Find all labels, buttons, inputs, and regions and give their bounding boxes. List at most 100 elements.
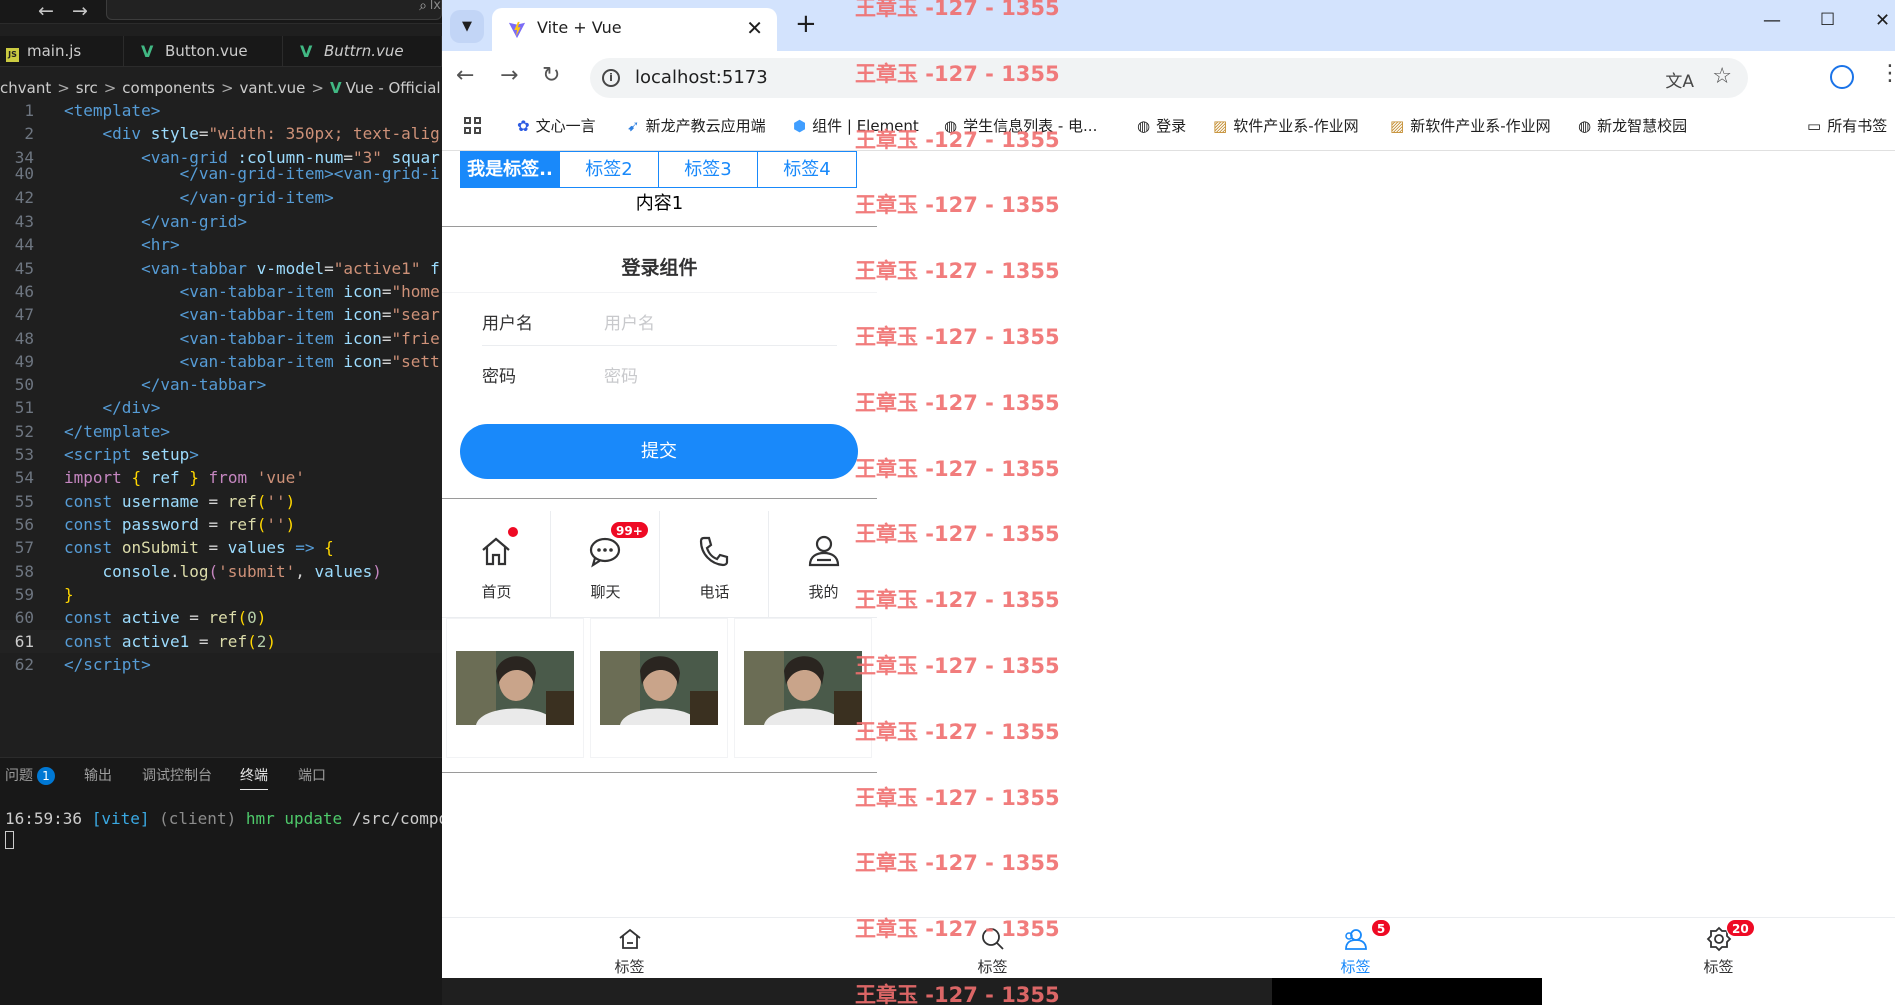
code-line[interactable]: 57 const onSubmit = values => {: [0, 536, 442, 559]
all-bookmarks[interactable]: ▭ 所有书签: [1807, 115, 1895, 136]
site-info-icon[interactable]: i: [602, 69, 620, 87]
tab-terminal[interactable]: 终端: [240, 765, 268, 790]
code-line[interactable]: 54 import { ref } from 'vue': [0, 466, 442, 489]
tabbar-item-4[interactable]: 20 标签: [1537, 918, 1895, 978]
code-line[interactable]: 53 <script setup>: [0, 443, 442, 466]
back-arrow-icon[interactable]: ←: [38, 0, 54, 22]
code-line[interactable]: 45 <van-tabbar v-model="active1" f: [0, 257, 442, 280]
tabbar-item-label: 标签: [1703, 958, 1734, 976]
tab-search-button[interactable]: ▼: [450, 10, 484, 43]
code-line[interactable]: 44 <hr>: [0, 233, 442, 256]
tab-item-2[interactable]: 标签2: [559, 152, 658, 187]
close-tab-icon[interactable]: ✕: [746, 16, 763, 40]
grid-item-phone[interactable]: 电话: [660, 511, 769, 619]
close-window-icon[interactable]: ✕: [1875, 10, 1890, 31]
search-icon: ⌕: [419, 0, 427, 14]
bookmark-item[interactable]: ➹ 新龙产教云应用端: [627, 115, 766, 136]
breadcrumb-item[interactable]: src: [76, 79, 98, 97]
terminal-vite: [vite]: [91, 809, 150, 828]
code-line[interactable]: 43 </van-grid>: [0, 210, 442, 233]
code-line[interactable]: 1 <template>: [0, 99, 442, 122]
tab-output[interactable]: 输出: [84, 765, 112, 785]
code-line[interactable]: 48 <van-tabbar-item icon="frie: [0, 327, 442, 350]
forward-icon[interactable]: →: [500, 63, 518, 88]
code-line[interactable]: 40 </van-grid-item><van-grid-i: [0, 162, 442, 185]
forward-arrow-icon[interactable]: →: [72, 0, 88, 22]
breadcrumb-item[interactable]: Vue - Official: [346, 79, 441, 97]
code-line[interactable]: 47 <van-tabbar-item icon="sear: [0, 303, 442, 326]
tab-buttrn-vue[interactable]: V Buttrn.vue: [284, 36, 442, 67]
code-line[interactable]: 52 </template>: [0, 420, 442, 443]
breadcrumb-item[interactable]: chvant: [0, 79, 51, 97]
tabbar-item-label: 标签: [977, 958, 1008, 976]
bookmark-star-icon[interactable]: ☆: [1712, 64, 1732, 89]
tabbar-item-1[interactable]: 标签: [448, 918, 811, 978]
code-line[interactable]: 56 const password = ref(''): [0, 513, 442, 536]
password-field[interactable]: 密码 密码: [442, 346, 877, 400]
breadcrumb-item[interactable]: vant.vue: [240, 79, 306, 97]
submit-button[interactable]: 提交: [460, 424, 858, 479]
bookmark-item[interactable]: ◍ 新龙智慧校园: [1578, 115, 1687, 136]
code-line[interactable]: 61 const active1 = ref(2): [0, 630, 442, 653]
code-line[interactable]: 59}: [0, 583, 442, 606]
tab-main-js[interactable]: JS main.js: [0, 36, 124, 67]
new-tab-button[interactable]: +: [795, 9, 817, 39]
code-line[interactable]: 55 const username = ref(''): [0, 490, 442, 513]
code-line[interactable]: 58 console.log('submit', values): [0, 560, 442, 583]
watermark-text: 王章玉 -127 - 1355: [855, 983, 1060, 1005]
code-line[interactable]: 2 <div style="width: 350px; text-alig: [0, 122, 442, 145]
bookmark-item[interactable]: ▨ 新软件产业系-作业网: [1390, 115, 1551, 136]
line-number: 48: [14, 329, 34, 348]
search-hint: lx: [429, 0, 441, 13]
menu-kebab-icon[interactable]: ⋮: [1879, 61, 1895, 86]
bookmark-item[interactable]: ✿ 文心一言: [517, 115, 596, 136]
reload-icon[interactable]: ↻: [542, 63, 560, 88]
tab-item-4[interactable]: 标签4: [757, 152, 856, 187]
user-icon: [808, 535, 839, 567]
image-grid-item[interactable]: [590, 618, 728, 758]
breadcrumb-separator: >: [103, 79, 117, 97]
username-input[interactable]: 用户名: [604, 309, 655, 334]
address-bar[interactable]: i localhost:5173 文A ☆: [590, 58, 1748, 98]
tabbar-item-3[interactable]: 5 标签: [1174, 918, 1537, 978]
grid-item-chat[interactable]: 99+ 聊天: [551, 511, 660, 619]
tab-item-1[interactable]: 我是标签..: [461, 152, 559, 187]
apps-grid-icon[interactable]: [464, 117, 482, 135]
tab-debug-console[interactable]: 调试控制台: [142, 765, 212, 785]
code-line[interactable]: 42 </van-grid-item>: [0, 186, 442, 209]
breadcrumb-separator: >: [220, 79, 234, 97]
tab-item-3[interactable]: 标签3: [658, 152, 757, 187]
vscode-window: ← → ⌕ lx JS main.js V Button.vue V Buttrn.v…: [0, 0, 442, 1005]
tab-problems[interactable]: 问题 1: [5, 765, 55, 785]
code-text: <van-tabbar v-model="active1" f: [141, 259, 440, 278]
code-line[interactable]: 49 <van-tabbar-item icon="sett: [0, 350, 442, 373]
browser-tab[interactable]: Vite + Vue ✕: [492, 8, 777, 51]
image-grid-item[interactable]: [734, 618, 872, 758]
command-center-search[interactable]: ⌕ lx: [106, 0, 442, 20]
back-icon[interactable]: ←: [456, 63, 474, 88]
breadcrumb-item[interactable]: components: [122, 79, 215, 97]
bookmark-label: 新龙产教云应用端: [645, 117, 766, 135]
profile-avatar-icon[interactable]: [1830, 65, 1854, 89]
code-line[interactable]: 46 <van-tabbar-item icon="home: [0, 280, 442, 303]
translate-icon[interactable]: 文A: [1665, 67, 1694, 92]
password-input[interactable]: 密码: [604, 362, 638, 387]
bookmark-item[interactable]: ▨ 软件产业系-作业网: [1213, 115, 1359, 136]
minimize-icon[interactable]: —: [1763, 10, 1781, 31]
photo-image: [744, 651, 862, 725]
code-line[interactable]: 60 const active = ref(0): [0, 606, 442, 629]
code-line[interactable]: 50 </van-tabbar>: [0, 373, 442, 396]
code-line[interactable]: 62 </script>: [0, 653, 442, 676]
grid-item-home[interactable]: 首页: [442, 511, 551, 619]
tab-button-vue[interactable]: V Button.vue: [125, 36, 283, 67]
bookmark-item[interactable]: ◍ 登录: [1137, 115, 1186, 136]
tab-ports[interactable]: 端口: [298, 765, 326, 785]
maximize-icon[interactable]: ☐: [1820, 10, 1835, 30]
code-line[interactable]: 51 </div>: [0, 396, 442, 419]
username-field[interactable]: 用户名 用户名: [442, 292, 877, 346]
terminal-cursor[interactable]: [5, 831, 14, 849]
line-number: 50: [14, 375, 34, 394]
image-grid-item[interactable]: [446, 618, 584, 758]
line-number: 43: [14, 212, 34, 231]
globe-icon: ◍: [1578, 117, 1592, 135]
